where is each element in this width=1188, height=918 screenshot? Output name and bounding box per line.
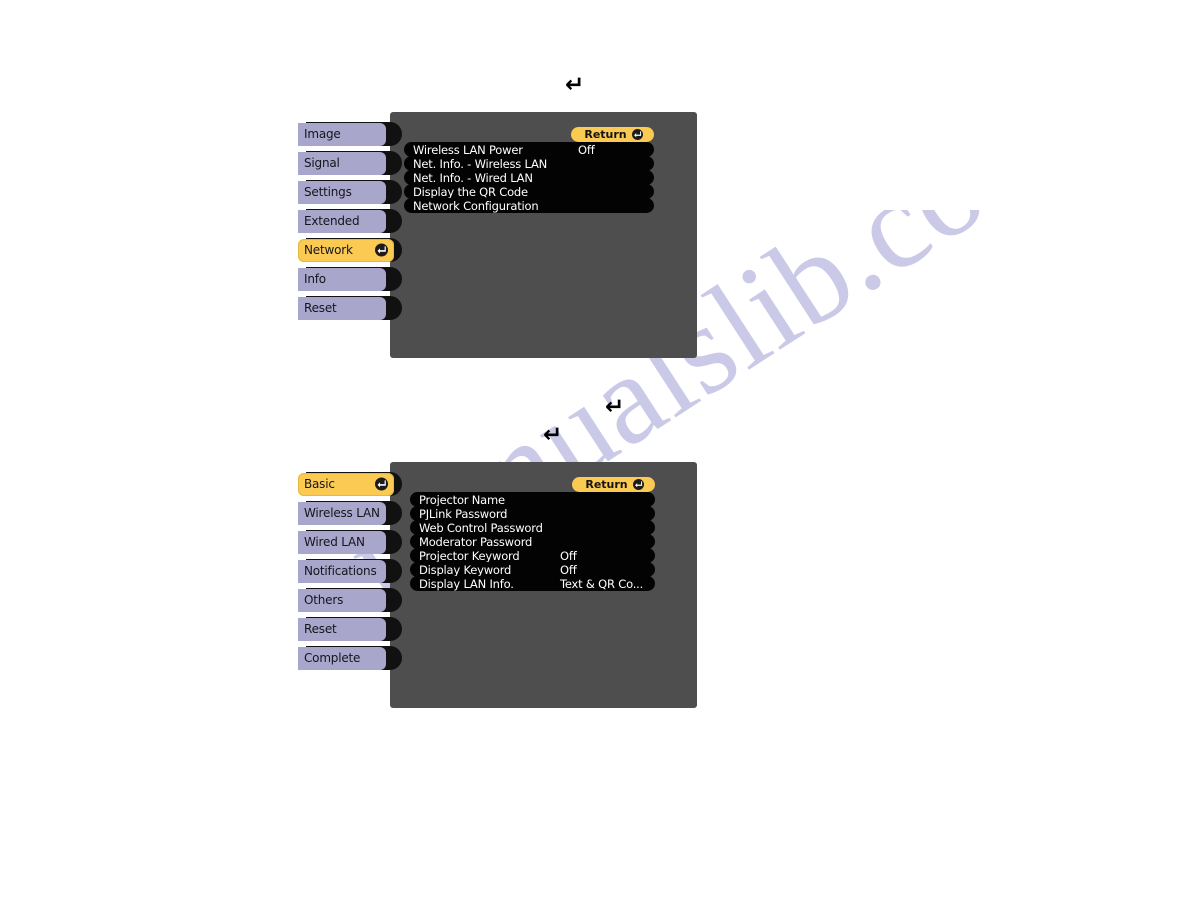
return-button-label: Return	[584, 128, 627, 141]
enter-key-arrow-middle-left: ↵	[543, 422, 563, 448]
menu-tab-label: Reset	[304, 301, 337, 315]
menu-tab-settings[interactable]: Settings	[298, 180, 402, 204]
tab-body: Extended	[298, 209, 386, 233]
menu-tab-label: Wired LAN	[304, 535, 365, 549]
tab-body: Complete	[298, 646, 386, 670]
menu-tab-label: Others	[304, 593, 344, 607]
menu-tab-label: Extended	[304, 214, 360, 228]
menu-tab-reset[interactable]: Reset	[298, 296, 402, 320]
enter-icon	[631, 129, 643, 140]
menu-row-label: Network Configuration	[413, 198, 539, 213]
menu-row[interactable]: Display the QR Code	[404, 184, 654, 199]
menu-tab-wired-lan[interactable]: Wired LAN	[298, 530, 402, 554]
tab-body: Signal	[298, 151, 386, 175]
menu-tab-notifications[interactable]: Notifications	[298, 559, 402, 583]
menu-row-label: Display Keyword	[419, 562, 512, 577]
menu-row[interactable]: Moderator Password	[410, 534, 655, 549]
menu-tab-label: Image	[304, 127, 341, 141]
menu-row-label: Projector Keyword	[419, 548, 520, 563]
menu-tab-wireless-lan[interactable]: Wireless LAN	[298, 501, 402, 525]
menu-tab-extended[interactable]: Extended	[298, 209, 402, 233]
menu-row[interactable]: PJLink Password	[410, 506, 655, 521]
menu-row[interactable]: Projector Keyword Off	[410, 548, 655, 563]
tab-body: Wireless LAN	[298, 501, 386, 525]
menu-tab-label: Signal	[304, 156, 340, 170]
return-button[interactable]: Return	[572, 477, 655, 492]
menu-row[interactable]: Net. Info. - Wireless LAN	[404, 156, 654, 171]
menu-tab-label: Reset	[304, 622, 337, 636]
tab-body: Network	[298, 238, 394, 262]
menu-row[interactable]: Web Control Password	[410, 520, 655, 535]
menu-row[interactable]: Net. Info. - Wired LAN	[404, 170, 654, 185]
menu-row-label: Display LAN Info.	[419, 576, 514, 591]
tab-body: Basic	[298, 472, 394, 496]
tab-body: Wired LAN	[298, 530, 386, 554]
menu-rows: Projector Name PJLink Password Web Control…	[410, 492, 655, 591]
tab-body: Others	[298, 588, 386, 612]
menu-row-label: PJLink Password	[419, 506, 508, 521]
menu-tab-list: Image Signal Settings Extended Network Info Re…	[298, 122, 402, 325]
menu-tab-others[interactable]: Others	[298, 588, 402, 612]
enter-icon	[375, 243, 388, 257]
menu-tab-reset[interactable]: Reset	[298, 617, 402, 641]
menu-row-label: Projector Name	[419, 492, 505, 507]
menu-tab-list: Basic Wireless LAN Wired LAN Notifications O…	[298, 472, 402, 675]
menu-tab-signal[interactable]: Signal	[298, 151, 402, 175]
menu-row-label: Moderator Password	[419, 534, 533, 549]
menu-row-value: Text & QR Co...	[560, 576, 644, 591]
menu-rows: Wireless LAN Power Off Net. Info. - Wirele…	[404, 142, 654, 213]
menu-tab-label: Basic	[304, 477, 335, 491]
tab-body: Info	[298, 267, 386, 291]
return-button[interactable]: Return	[571, 127, 654, 142]
tab-body: Notifications	[298, 559, 386, 583]
menu-tab-label: Wireless LAN	[304, 506, 380, 520]
menu-row-label: Wireless LAN Power	[413, 142, 523, 157]
menu-row-label: Net. Info. - Wireless LAN	[413, 156, 548, 171]
menu-tab-label: Info	[304, 272, 326, 286]
menu-tab-label: Notifications	[304, 564, 377, 578]
menu-row[interactable]: Wireless LAN Power Off	[404, 142, 654, 157]
menu-tab-complete[interactable]: Complete	[298, 646, 402, 670]
tab-body: Image	[298, 122, 386, 146]
menu-row[interactable]: Display LAN Info. Text & QR Co...	[410, 576, 655, 591]
menu-row-label: Web Control Password	[419, 520, 543, 535]
tab-body: Reset	[298, 296, 386, 320]
tab-body: Reset	[298, 617, 386, 641]
menu-row[interactable]: Network Configuration	[404, 198, 654, 213]
menu-row-label: Display the QR Code	[413, 184, 528, 199]
enter-icon	[375, 477, 388, 491]
menu-row-value: Off	[560, 562, 577, 577]
menu-row[interactable]: Projector Name	[410, 492, 655, 507]
menu-tab-label: Settings	[304, 185, 352, 199]
menu-tab-network[interactable]: Network	[298, 238, 402, 262]
enter-key-arrow-middle-right: ↵	[605, 394, 625, 420]
menu-tab-info[interactable]: Info	[298, 267, 402, 291]
menu-tab-label: Complete	[304, 651, 361, 665]
menu-tab-label: Network	[304, 243, 353, 257]
menu-row-value: Off	[560, 548, 577, 563]
enter-icon	[632, 479, 644, 490]
menu-row-label: Net. Info. - Wired LAN	[413, 170, 533, 185]
menu-row[interactable]: Display Keyword Off	[410, 562, 655, 577]
return-button-label: Return	[585, 478, 628, 491]
enter-key-arrow-top: ↵	[565, 72, 585, 98]
menu-row-value: Off	[578, 142, 595, 157]
menu-tab-basic[interactable]: Basic	[298, 472, 402, 496]
menu-tab-image[interactable]: Image	[298, 122, 402, 146]
tab-body: Settings	[298, 180, 386, 204]
